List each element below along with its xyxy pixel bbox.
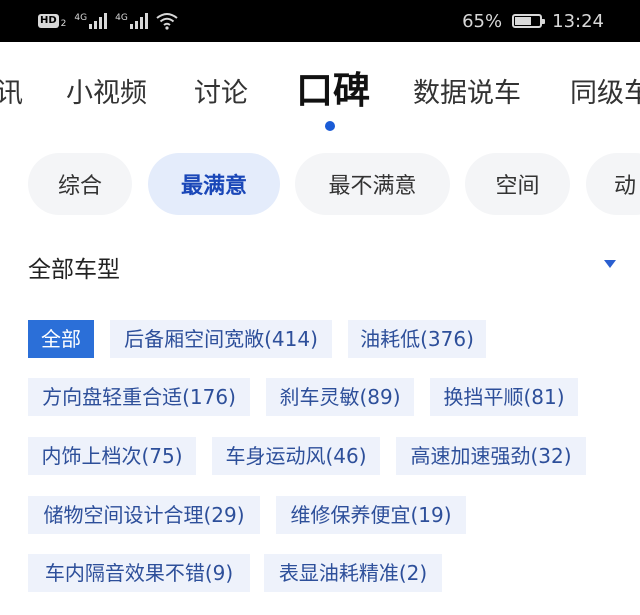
filter-least-satisfied[interactable]: 最不满意 xyxy=(295,153,450,215)
filter-space[interactable]: 空间 xyxy=(465,153,570,215)
tag-item[interactable]: 车身运动风(46) xyxy=(212,437,380,475)
model-selector[interactable]: 全部车型 xyxy=(28,246,618,286)
tag-item[interactable]: 高速加速强劲(32) xyxy=(396,437,586,475)
clock: 13:24 xyxy=(552,10,604,32)
status-right: 65% 13:24 xyxy=(462,9,604,33)
tag-item[interactable]: 油耗低(376) xyxy=(348,320,486,358)
filter-overall[interactable]: 综合 xyxy=(28,153,132,215)
battery-icon xyxy=(512,14,546,28)
tag-item[interactable]: 内饰上档次(75) xyxy=(28,437,196,475)
tab-discussion[interactable]: 讨论 xyxy=(194,66,248,122)
hd-voice-icon: HD xyxy=(38,14,59,28)
wifi-icon xyxy=(156,13,178,30)
filter-most-satisfied[interactable]: 最满意 xyxy=(148,153,280,215)
status-left: HD 2 4G 4G xyxy=(38,10,178,32)
tab-data-talk[interactable]: 数据说车 xyxy=(413,66,521,122)
tag-item[interactable]: 表显油耗精准(2) xyxy=(264,554,442,592)
tab-reputation[interactable]: 口碑 xyxy=(296,66,370,122)
active-tab-indicator xyxy=(325,121,335,131)
status-bar: HD 2 4G 4G 65% 13:24 xyxy=(0,0,640,42)
tab-news[interactable]: 讯 xyxy=(0,66,23,122)
tab-bar: 讯 小视频 讨论 口碑 数据说车 同级车 xyxy=(0,66,640,122)
network-type-label: 4G xyxy=(115,13,128,23)
tag-item[interactable]: 刹车灵敏(89) xyxy=(266,378,414,416)
caret-down-icon xyxy=(604,260,616,268)
filter-power[interactable]: 动 xyxy=(586,153,640,215)
tag-all[interactable]: 全部 xyxy=(28,320,94,358)
signal-icon-1: 4G xyxy=(74,13,108,29)
tab-short-video[interactable]: 小视频 xyxy=(66,66,147,122)
battery-percent: 65% xyxy=(462,10,503,32)
tag-item[interactable]: 后备厢空间宽敞(414) xyxy=(110,320,332,358)
signal-icon-2: 4G xyxy=(115,13,148,29)
sim-index: 2 xyxy=(60,19,67,29)
tag-item[interactable]: 换挡平顺(81) xyxy=(430,378,578,416)
tab-same-class[interactable]: 同级车 xyxy=(570,66,640,122)
tag-item[interactable]: 方向盘轻重合适(176) xyxy=(28,378,250,416)
network-type-label: 4G xyxy=(74,13,88,23)
model-selector-label: 全部车型 xyxy=(28,257,120,283)
tag-item[interactable]: 储物空间设计合理(29) xyxy=(28,496,260,534)
tag-item[interactable]: 维修保养便宜(19) xyxy=(276,496,466,534)
tag-item[interactable]: 车内隔音效果不错(9) xyxy=(28,554,250,592)
